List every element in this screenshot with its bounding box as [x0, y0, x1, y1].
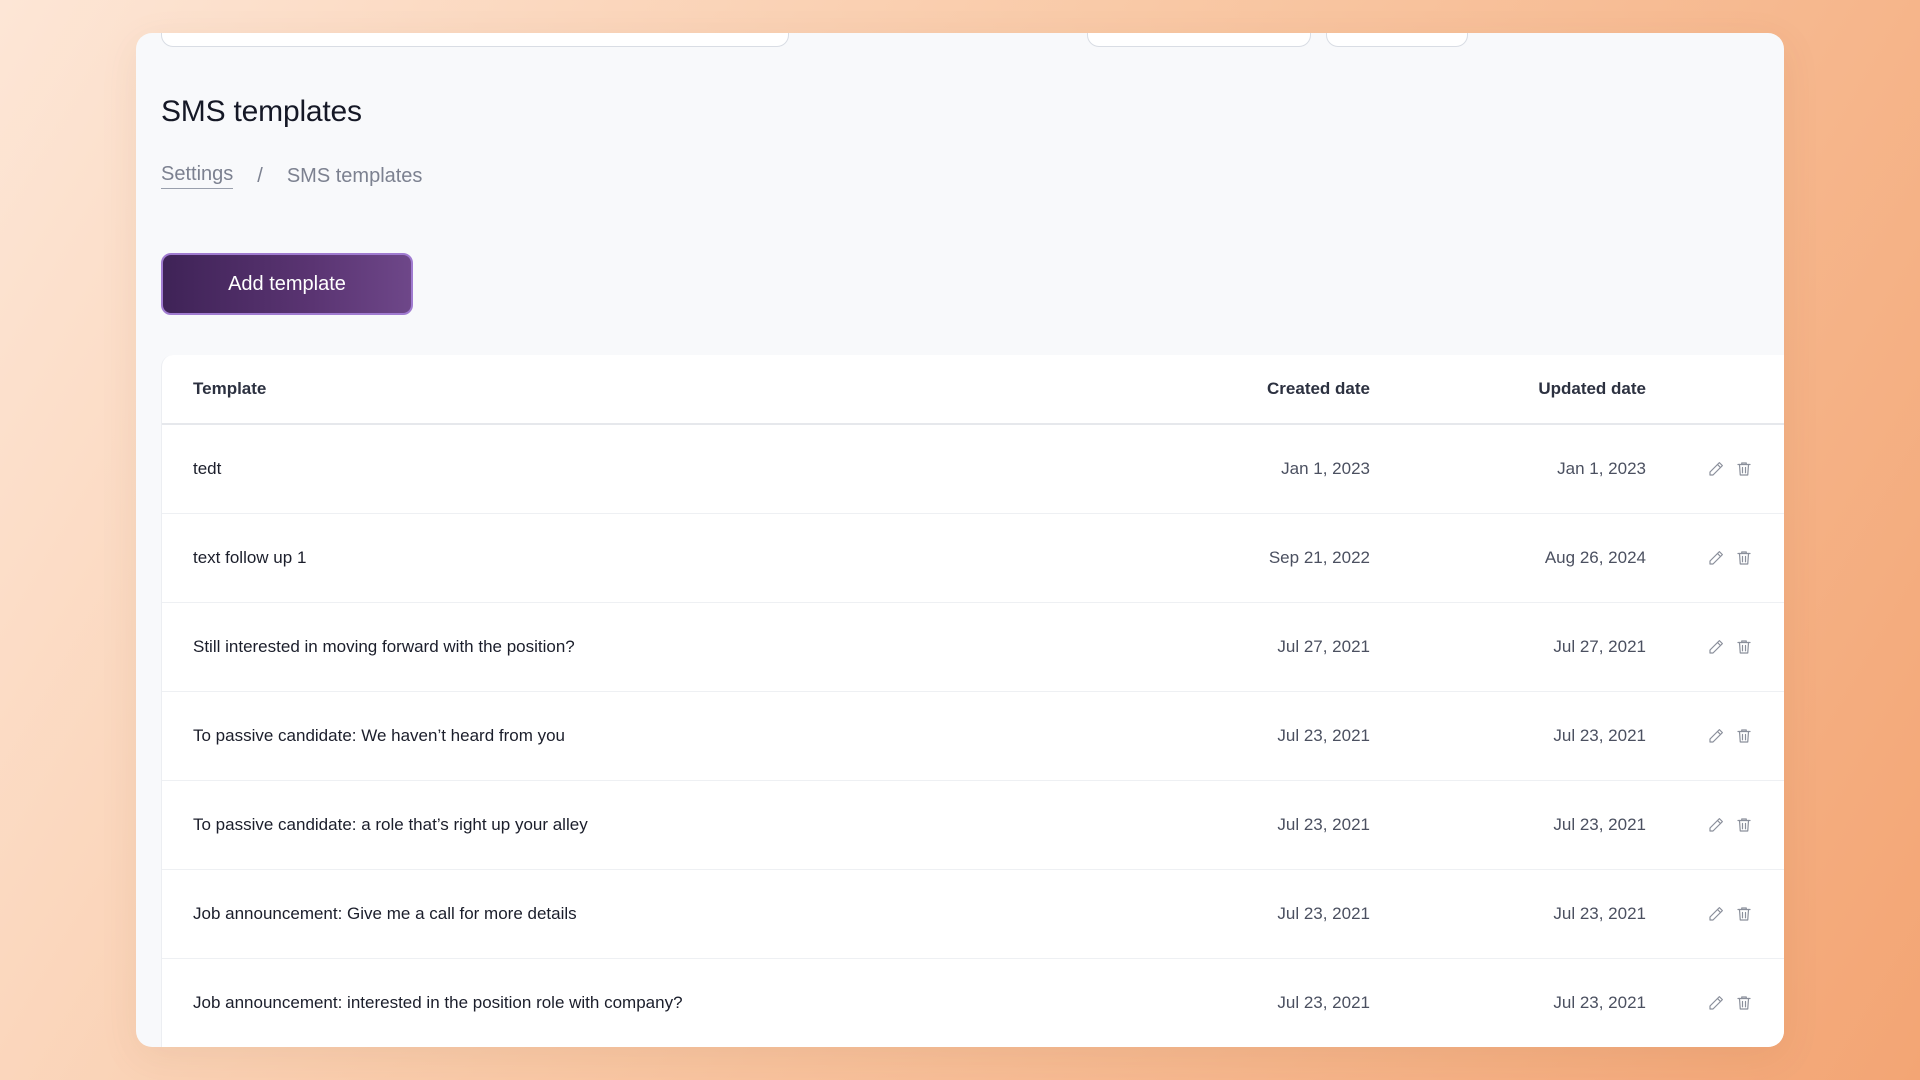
row-actions: [1706, 726, 1754, 746]
pencil-icon[interactable]: [1706, 637, 1726, 657]
app-window: SMS templates Settings / SMS templates A…: [136, 33, 1784, 1047]
pencil-icon[interactable]: [1706, 815, 1726, 835]
updated-date: Jul 23, 2021: [1553, 993, 1646, 1012]
created-date: Jul 23, 2021: [1277, 904, 1370, 923]
column-header-updated-date[interactable]: Updated date: [1538, 379, 1646, 399]
row-actions: [1706, 993, 1754, 1013]
templates-table: Template Created date Updated date tedt J…: [161, 355, 1784, 1047]
table-row[interactable]: To passive candidate: We haven’t heard f…: [162, 692, 1784, 781]
template-name[interactable]: Job announcement: interested in the posi…: [193, 993, 683, 1013]
row-actions: [1706, 548, 1754, 568]
created-date: Sep 21, 2022: [1268, 548, 1370, 567]
template-name[interactable]: To passive candidate: We haven’t heard f…: [193, 726, 565, 746]
top-filter-control[interactable]: [1087, 33, 1311, 47]
template-name[interactable]: Still interested in moving forward with …: [193, 637, 575, 657]
table-body: tedt Jan 1, 2023 Jan 1, 2023 text follow up…: [162, 425, 1784, 1047]
template-name[interactable]: tedt: [193, 459, 221, 479]
table-row[interactable]: tedt Jan 1, 2023 Jan 1, 2023: [162, 425, 1784, 514]
table-row[interactable]: Job announcement: Give me a call for mor…: [162, 870, 1784, 959]
trash-icon[interactable]: [1734, 548, 1754, 568]
table-row[interactable]: Still interested in moving forward with …: [162, 603, 1784, 692]
updated-date: Jul 23, 2021: [1553, 904, 1646, 923]
updated-date: Jul 23, 2021: [1553, 815, 1646, 834]
top-secondary-control[interactable]: [1326, 33, 1468, 47]
search-input[interactable]: [161, 33, 789, 47]
template-name[interactable]: text follow up 1: [193, 548, 306, 568]
template-name[interactable]: Job announcement: Give me a call for mor…: [193, 904, 577, 924]
table-row[interactable]: text follow up 1 Sep 21, 2022 Aug 26, 2024: [162, 514, 1784, 603]
table-header: Template Created date Updated date: [162, 355, 1784, 425]
trash-icon[interactable]: [1734, 637, 1754, 657]
table-row[interactable]: Job announcement: interested in the posi…: [162, 959, 1784, 1047]
created-date: Jul 27, 2021: [1277, 637, 1370, 656]
column-header-template[interactable]: Template: [193, 379, 266, 399]
column-header-created-date[interactable]: Created date: [1267, 379, 1370, 399]
pencil-icon[interactable]: [1706, 726, 1726, 746]
updated-date: Jul 23, 2021: [1553, 726, 1646, 745]
table-row[interactable]: To passive candidate: a role that’s righ…: [162, 781, 1784, 870]
created-date: Jan 1, 2023: [1281, 459, 1370, 478]
breadcrumb-current: SMS templates: [286, 164, 423, 187]
pencil-icon[interactable]: [1706, 548, 1726, 568]
row-actions: [1706, 815, 1754, 835]
row-actions: [1706, 459, 1754, 479]
pencil-icon[interactable]: [1706, 904, 1726, 924]
template-name[interactable]: To passive candidate: a role that’s righ…: [193, 815, 588, 835]
trash-icon[interactable]: [1734, 904, 1754, 924]
trash-icon[interactable]: [1734, 815, 1754, 835]
created-date: Jul 23, 2021: [1277, 726, 1370, 745]
breadcrumb-separator: /: [257, 164, 263, 187]
trash-icon[interactable]: [1734, 993, 1754, 1013]
updated-date: Aug 26, 2024: [1544, 548, 1646, 567]
created-date: Jul 23, 2021: [1277, 993, 1370, 1012]
trash-icon[interactable]: [1734, 459, 1754, 479]
trash-icon[interactable]: [1734, 726, 1754, 746]
row-actions: [1706, 637, 1754, 657]
page-title: SMS templates: [161, 95, 362, 128]
breadcrumb: Settings / SMS templates: [161, 163, 422, 189]
add-template-button[interactable]: Add template: [161, 253, 413, 315]
updated-date: Jan 1, 2023: [1557, 459, 1646, 478]
pencil-icon[interactable]: [1706, 993, 1726, 1013]
pencil-icon[interactable]: [1706, 459, 1726, 479]
row-actions: [1706, 904, 1754, 924]
created-date: Jul 23, 2021: [1277, 815, 1370, 834]
updated-date: Jul 27, 2021: [1553, 637, 1646, 656]
breadcrumb-settings-link[interactable]: Settings: [161, 163, 234, 189]
